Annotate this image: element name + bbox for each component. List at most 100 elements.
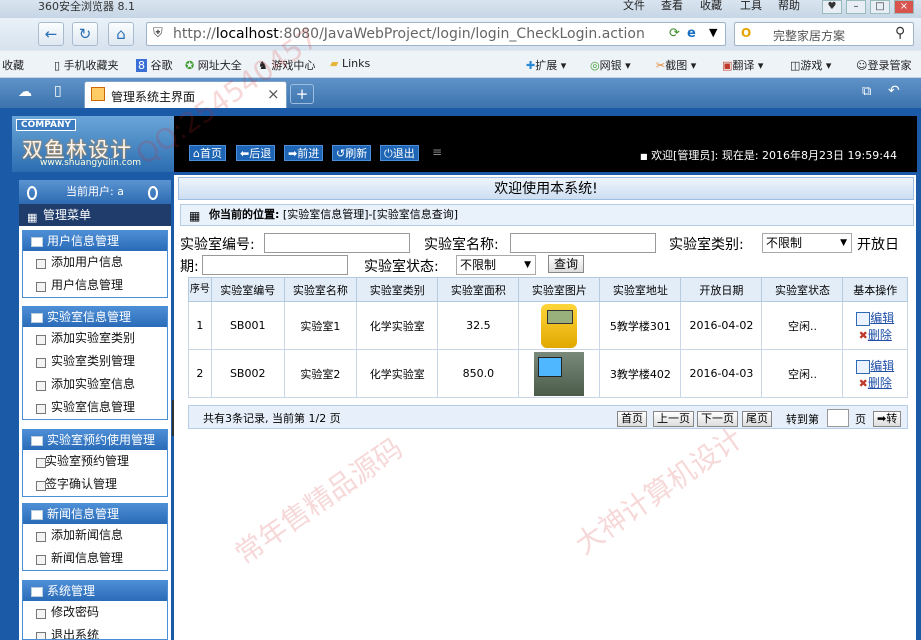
- close-tab-icon[interactable]: ×: [267, 85, 280, 103]
- user-icon: ☺: [856, 59, 868, 72]
- menu-item-add-lab-type[interactable]: 添加实验室类别: [23, 327, 167, 350]
- menu-item-signature-manage[interactable]: 签字确认管理: [23, 473, 167, 496]
- ie-icon[interactable]: e: [687, 26, 696, 41]
- logout-button[interactable]: ⏻退出: [380, 145, 419, 161]
- menu-item-reservation-manage[interactable]: 实验室预约管理: [23, 450, 167, 473]
- tab-list-icon[interactable]: ▯: [54, 83, 62, 99]
- bookmark-mobile[interactable]: ▯ 手机收藏夹: [54, 57, 119, 73]
- menu-group-system: 系统管理 修改密码 退出系统: [22, 580, 168, 640]
- goto-page-input[interactable]: [827, 409, 849, 427]
- phone-icon: ▯: [54, 59, 61, 72]
- tool-login-manager[interactable]: ☺登录管家: [856, 57, 911, 73]
- open-date-input[interactable]: [202, 255, 348, 275]
- delete-link[interactable]: 删除: [868, 328, 892, 342]
- search-icon[interactable]: ⚲: [895, 25, 905, 41]
- skin-icon[interactable]: ♥: [822, 0, 842, 14]
- back-icon[interactable]: ←: [38, 22, 64, 46]
- back-button[interactable]: ⬅后退: [236, 145, 276, 161]
- tool-bank[interactable]: ◎网银 ▾: [590, 57, 631, 73]
- lab-type-select[interactable]: 不限制 ▼: [762, 233, 852, 253]
- refresh-button[interactable]: ↺刷新: [332, 145, 372, 161]
- menu-group-header[interactable]: 新闻信息管理: [23, 504, 167, 524]
- tool-translate[interactable]: ▣翻译 ▾: [722, 57, 763, 73]
- menu-item-exit-system[interactable]: 退出系统: [23, 624, 167, 639]
- query-button[interactable]: 查询: [548, 255, 584, 273]
- last-page-button[interactable]: 尾页: [742, 411, 772, 427]
- menu-group-header[interactable]: 实验室信息管理: [23, 307, 167, 327]
- menu-item-news-manage[interactable]: 新闻信息管理: [23, 547, 167, 570]
- edit-link[interactable]: 编辑: [870, 311, 894, 325]
- tool-games[interactable]: ◫游戏 ▾: [790, 57, 831, 73]
- cell-image[interactable]: [518, 301, 601, 350]
- cell-date: 2016-04-03: [680, 349, 763, 398]
- menu-item-lab-type-manage[interactable]: 实验室类别管理: [23, 350, 167, 373]
- delete-icon[interactable]: ✖: [859, 329, 868, 342]
- goto-button[interactable]: ➡转: [873, 411, 902, 427]
- first-page-button[interactable]: 首页: [617, 411, 647, 427]
- delete-link[interactable]: 删除: [868, 376, 892, 390]
- menu-file[interactable]: 文件: [623, 0, 645, 12]
- grid-icon: ▦: [27, 211, 38, 224]
- cell-name: 实验室2: [283, 349, 358, 398]
- col-code: 实验室编号: [210, 277, 285, 302]
- address-bar[interactable]: ⛨ http://localhost:8080/JavaWebProject/l…: [146, 22, 726, 46]
- bookmark-google[interactable]: 8 谷歌: [136, 57, 173, 73]
- next-page-button[interactable]: 下一页: [697, 411, 738, 427]
- folder-icon: ▰: [330, 57, 339, 70]
- table-header-row: 序号 实验室编号 实验室名称 实验室类别 实验室面积 实验室图片 实验室地址 开…: [188, 277, 908, 302]
- home-button[interactable]: ⌂首页: [189, 145, 226, 161]
- cloud-icon[interactable]: ☁: [18, 84, 32, 100]
- delete-icon[interactable]: ✖: [859, 377, 868, 390]
- minimize-icon[interactable]: –: [846, 0, 866, 14]
- menu-view[interactable]: 查看: [661, 0, 683, 12]
- menu-group-header[interactable]: 实验室预约使用管理: [23, 430, 167, 450]
- tool-extensions[interactable]: ✚扩展 ▾: [526, 57, 566, 73]
- forward-button[interactable]: ➡前进: [284, 145, 324, 161]
- bookmark-links[interactable]: ▰ Links: [330, 57, 370, 70]
- menu-help[interactable]: 帮助: [778, 0, 800, 12]
- edit-icon[interactable]: [856, 311, 871, 326]
- maximize-icon[interactable]: □: [870, 0, 890, 14]
- restore-tab-icon[interactable]: ⧉: [862, 84, 871, 99]
- menu-group-header[interactable]: 系统管理: [23, 581, 167, 601]
- col-status: 实验室状态: [761, 277, 844, 302]
- bookmark-favorites[interactable]: 收藏: [2, 57, 24, 73]
- lab-status-select[interactable]: 不限制 ▼: [456, 255, 536, 275]
- menu-item-lab-manage[interactable]: 实验室信息管理: [23, 396, 167, 419]
- new-tab-button[interactable]: +: [290, 84, 314, 104]
- refresh-icon[interactable]: ↻: [72, 22, 98, 46]
- menu-item-add-news[interactable]: 添加新闻信息: [23, 524, 167, 547]
- multimeter-image[interactable]: [541, 303, 578, 348]
- close-window-icon[interactable]: ×: [894, 0, 914, 14]
- menu-item-user-manage[interactable]: 用户信息管理: [23, 274, 167, 297]
- tab-main[interactable]: 管理系统主界面 ×: [84, 81, 287, 108]
- home-icon[interactable]: ⌂: [108, 22, 134, 46]
- puzzle-icon: ✚: [526, 59, 536, 72]
- tool-screenshot[interactable]: ✂截图 ▾: [656, 57, 696, 73]
- menu-item-add-lab[interactable]: 添加实验室信息: [23, 373, 167, 396]
- bookmark-hao123[interactable]: ✪ 网址大全: [185, 57, 242, 73]
- prev-page-button[interactable]: 上一页: [653, 411, 694, 427]
- cell-image[interactable]: [518, 349, 601, 398]
- chevron-down-icon[interactable]: ▼: [709, 26, 717, 39]
- undo-icon[interactable]: ↶: [888, 83, 900, 99]
- lab-no-input[interactable]: [264, 233, 410, 253]
- menu-item-change-password[interactable]: 修改密码: [23, 601, 167, 624]
- bookmark-games[interactable]: ♞ 游戏中心: [258, 57, 315, 73]
- menu-favorites[interactable]: 收藏: [700, 0, 722, 12]
- cell-address: 3教学楼402: [599, 349, 682, 398]
- search-box[interactable]: O 完整家居方案 ⚲: [734, 22, 914, 46]
- oscilloscope-image[interactable]: [534, 351, 585, 396]
- menu-group-header[interactable]: 用户信息管理: [23, 231, 167, 251]
- edit-icon[interactable]: [856, 359, 871, 374]
- search-input[interactable]: 完整家居方案: [773, 27, 845, 44]
- search-engine-icon[interactable]: O: [741, 26, 751, 40]
- lab-name-input[interactable]: [510, 233, 656, 253]
- cell-status: 空闲..: [761, 301, 844, 350]
- compat-mode-icon[interactable]: ⟳: [669, 26, 680, 41]
- edit-link[interactable]: 编辑: [870, 359, 894, 373]
- cell-no: 2: [188, 349, 212, 398]
- cell-address: 5教学楼301: [599, 301, 682, 350]
- menu-item-add-user[interactable]: 添加用户信息: [23, 251, 167, 274]
- menu-tools[interactable]: 工具: [740, 0, 762, 12]
